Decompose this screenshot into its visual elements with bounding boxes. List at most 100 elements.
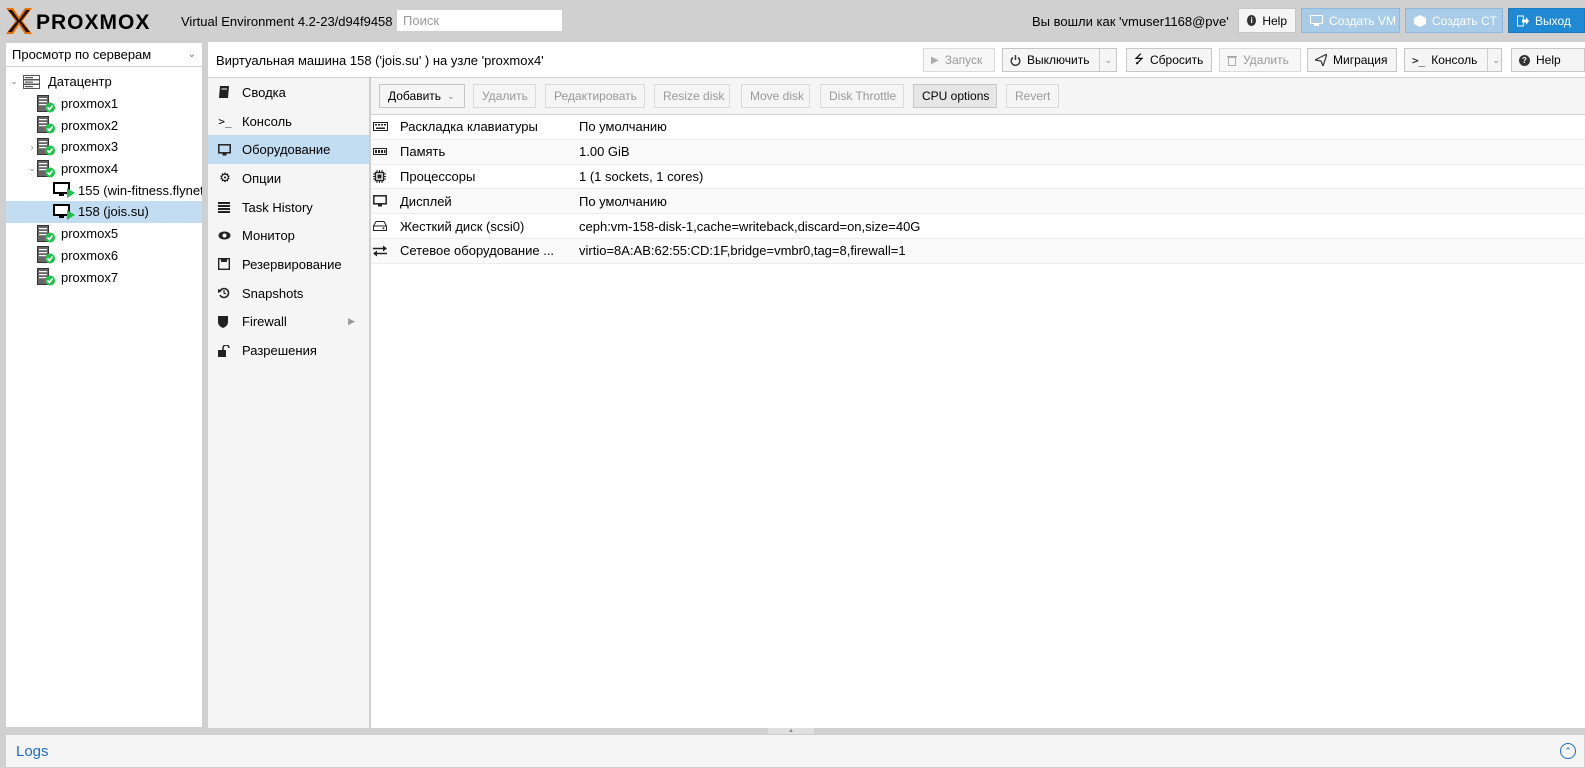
logout-button[interactable]: Выход (1508, 8, 1585, 33)
nav-label: Резервирование (242, 256, 342, 272)
server-online-icon (37, 246, 56, 264)
table-row[interactable]: Раскладка клавиатуры По умолчанию (371, 115, 1585, 140)
logs-panel: Logs ⌃ (5, 734, 1585, 768)
unlock-icon (218, 344, 232, 357)
book-icon (218, 86, 232, 99)
chevron-down-icon[interactable]: ⌄ (1487, 49, 1500, 71)
table-row[interactable]: Память 1.00 GiB (371, 139, 1585, 165)
hardware-value: 1 (1 sockets, 1 cores) (579, 168, 704, 184)
hdd-icon (371, 221, 393, 232)
remove-vm-button[interactable]: Удалить (1219, 48, 1301, 72)
history-icon (218, 287, 232, 299)
bolt-icon: ⭍ (1134, 51, 1144, 66)
resize-disk-button[interactable]: Resize disk (654, 84, 730, 108)
disk-throttle-button[interactable]: Disk Throttle (820, 84, 904, 108)
collapse-icon[interactable]: ⌄ (27, 163, 37, 174)
login-status: Вы вошли как 'vmuser1168@pve' (1032, 14, 1229, 29)
table-row[interactable]: Процессоры 1 (1 sockets, 1 cores) (371, 165, 1585, 190)
migrate-label: Миграция (1333, 53, 1388, 67)
table-row[interactable]: Жесткий диск (scsi0) ceph:vm-158-disk-1,… (371, 214, 1585, 239)
header-help-label: Help (1262, 13, 1287, 28)
tree-item-proxmox2[interactable]: proxmox2 (6, 114, 202, 136)
tree-item-label: 155 (win-fitness.flynet (78, 182, 202, 198)
datacenter-icon (23, 74, 40, 89)
terminal-icon: >_ (1412, 53, 1426, 67)
start-button[interactable]: ▶ Запуск (923, 48, 995, 72)
gear-icon: ⚙ (219, 170, 231, 186)
nav-snapshots[interactable]: Snapshots (208, 279, 369, 308)
tree-item-label: proxmox6 (61, 247, 119, 263)
edit-hardware-label: Редактировать (554, 89, 637, 103)
exchange-icon (371, 245, 393, 257)
create-vm-button[interactable]: Создать VM (1301, 8, 1400, 33)
resource-tree: ⌄ Датацентр proxmox1 proxmox2 › proxmox3 (6, 71, 202, 288)
chevron-up-icon[interactable]: ⌃ (1560, 743, 1576, 759)
nav-label: Опции (242, 170, 282, 186)
tree-item-label: proxmox3 (61, 139, 119, 155)
tree-item-label: proxmox4 (61, 161, 119, 177)
chevron-down-icon[interactable]: ⌄ (1099, 49, 1112, 71)
server-online-icon (37, 94, 56, 113)
console-label: Консоль (1431, 53, 1478, 67)
tree-item-proxmox6[interactable]: proxmox6 (6, 245, 202, 267)
nav-label: Firewall (242, 314, 287, 330)
migrate-button[interactable]: Миграция (1307, 48, 1397, 72)
remove-hardware-label: Удалить (482, 89, 528, 103)
table-row[interactable]: Дисплей По умолчанию (371, 189, 1585, 215)
tree-item-vm-158[interactable]: 158 (jois.su) (6, 201, 202, 223)
tree-item-label: Датацентр (48, 74, 112, 90)
shutdown-button[interactable]: Выключить ⌄ (1002, 48, 1117, 72)
cpu-options-button[interactable]: CPU options (913, 84, 997, 108)
nav-monitor[interactable]: Монитор (208, 221, 369, 250)
tree-item-proxmox7[interactable]: proxmox7 (6, 266, 202, 288)
edit-hardware-button[interactable]: Редактировать (545, 84, 645, 108)
view-selector[interactable]: Просмотр по серверам ⌄ (6, 43, 202, 67)
trash-icon (1227, 55, 1237, 66)
nav-summary[interactable]: Сводка (208, 78, 369, 107)
hardware-value: virtio=8A:AB:62:55:CD:1F,bridge=vmbr0,ta… (579, 243, 906, 259)
brand-text: PROXMOX (36, 11, 150, 34)
tree-item-label: 158 (jois.su) (78, 204, 149, 220)
nav-task-history[interactable]: Task History (208, 193, 369, 222)
cpu-icon (371, 169, 393, 183)
hardware-key: Дисплей (400, 193, 452, 209)
shutdown-label: Выключить (1027, 53, 1090, 67)
nav-options[interactable]: ⚙ Опции (208, 164, 369, 193)
tree-item-proxmox1[interactable]: proxmox1 (6, 93, 202, 115)
hardware-panel: Добавить ⌄ Удалить Редактировать Resize … (371, 78, 1585, 728)
search-input[interactable] (396, 9, 563, 32)
tree-item-proxmox3[interactable]: › proxmox3 (6, 136, 202, 158)
tree-item-proxmox5[interactable]: proxmox5 (6, 223, 202, 245)
add-hardware-button[interactable]: Добавить ⌄ (379, 84, 465, 108)
table-row[interactable]: Сетевое оборудование ... virtio=8A:AB:62… (371, 238, 1585, 264)
resize-disk-label: Resize disk (663, 89, 725, 103)
tree-item-vm-155[interactable]: 155 (win-fitness.flynet (6, 179, 202, 201)
sign-out-icon (1517, 15, 1529, 27)
nav-backup[interactable]: Резервирование (208, 250, 369, 279)
vm-help-button[interactable]: ? Help (1511, 48, 1585, 72)
nav-permissions[interactable]: Разрешения (208, 336, 369, 365)
expand-icon[interactable]: ⌄ (9, 76, 19, 87)
nav-firewall[interactable]: Firewall ▶ (208, 308, 369, 337)
revert-button[interactable]: Revert (1006, 84, 1059, 108)
header-help-button[interactable]: i Help (1238, 8, 1296, 33)
expand-icon[interactable]: › (27, 142, 37, 152)
reset-button[interactable]: ⭍ Сбросить (1126, 48, 1212, 72)
resource-tree-panel: Просмотр по серверам ⌄ ⌄ Датацентр proxm… (5, 42, 203, 728)
console-button[interactable]: >_ Консоль ⌄ (1404, 48, 1502, 72)
page-title: Виртуальная машина 158 ('jois.su' ) на у… (216, 53, 544, 68)
nav-label: Консоль (242, 113, 292, 129)
tree-item-datacenter[interactable]: ⌄ Датацентр (6, 71, 202, 93)
create-ct-button[interactable]: Создать CT (1405, 8, 1503, 33)
vm-title-bar: Виртуальная машина 158 ('jois.su' ) на у… (208, 42, 1585, 78)
server-online-icon (37, 159, 56, 178)
remove-hardware-button[interactable]: Удалить (473, 84, 536, 108)
nav-hardware[interactable]: Оборудование (208, 135, 369, 165)
keyboard-icon (371, 122, 393, 132)
move-disk-button[interactable]: Move disk (741, 84, 810, 108)
hardware-key: Процессоры (400, 168, 476, 184)
desktop-icon (218, 143, 232, 156)
nav-console[interactable]: >_ Консоль (208, 107, 369, 136)
cube-icon (1414, 14, 1426, 27)
tree-item-proxmox4[interactable]: ⌄ proxmox4 (6, 158, 202, 180)
